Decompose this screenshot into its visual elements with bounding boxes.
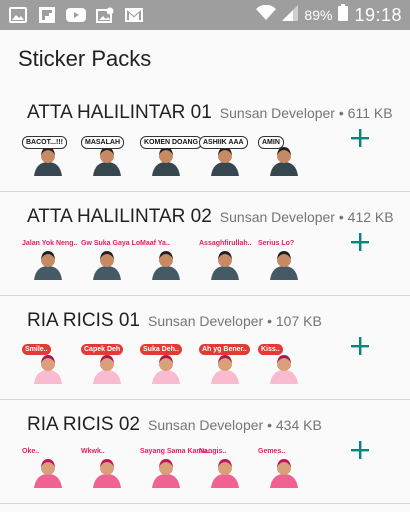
sticker-thumbnail: Assaghfirullah..: [199, 240, 252, 280]
battery-icon: [338, 4, 349, 26]
sticker-thumbnail: Capek Deh: [81, 344, 127, 384]
sticker-thumbnail: BACOT...!!!: [22, 136, 68, 176]
wifi-icon: [256, 4, 277, 26]
sticker-thumbnail: KOMEN DOANG: [140, 136, 203, 176]
sticker-thumbnail: Serius Lo?: [258, 240, 304, 280]
sticker-caption: ASHIIK AAA: [199, 136, 248, 149]
sticker-pack-item[interactable]: ATTA HALILINTAR 01 Sunsan Developer • 61…: [0, 88, 410, 192]
pack-meta: Sunsan Developer • 434 KB: [148, 417, 322, 433]
system-indicators: 89% 19:18: [256, 4, 402, 26]
sticker-preview-row: Smile.. Capek Deh Suka Deh.. Ah yg Bener…: [22, 344, 304, 384]
pack-name: ATTA HALILINTAR 02: [27, 206, 212, 227]
plus-icon: [351, 337, 369, 355]
pack-publisher: Sunsan Developer: [148, 313, 264, 329]
sticker-caption: Nangis..: [199, 448, 227, 455]
sticker-caption: Capek Deh: [81, 344, 124, 355]
page-title: Sticker Packs: [18, 46, 152, 71]
sticker-caption: Assaghfirullah..: [199, 240, 252, 247]
add-pack-button[interactable]: [348, 126, 372, 150]
pack-size: 412 KB: [347, 209, 394, 225]
sticker-caption: Maaf Ya..: [140, 240, 170, 247]
sticker-caption: Jalan Yok Neng..: [22, 240, 78, 247]
status-bar: 89% 19:18: [0, 0, 410, 30]
sticker-caption: Serius Lo?: [258, 240, 295, 247]
signal-icon: [282, 4, 299, 26]
add-pack-button[interactable]: [348, 334, 372, 358]
sticker-caption: AMIN: [258, 136, 284, 149]
sticker-preview-row: Jalan Yok Neng.. Gw Suka Gaya Lo.. Maaf …: [22, 240, 304, 280]
sticker-thumbnail: Oke..: [22, 448, 68, 488]
sticker-caption: Oke..: [22, 448, 40, 455]
gmail-icon: [124, 7, 144, 23]
sticker-pack-item[interactable]: RIA RICIS 02 Sunsan Developer • 434 KB O…: [0, 400, 410, 504]
sticker-thumbnail: Wkwk..: [81, 448, 127, 488]
sticker-caption: BACOT...!!!: [22, 136, 67, 149]
pack-name: RIA RICIS 02: [27, 414, 140, 435]
pack-name: RIA RICIS 01: [27, 310, 140, 331]
sticker-caption: Wkwk..: [81, 448, 105, 455]
photo-icon: [95, 7, 115, 23]
pack-meta: Sunsan Developer • 611 KB: [219, 105, 393, 121]
image-icon: [8, 7, 28, 23]
sticker-thumbnail: AMIN: [258, 136, 304, 176]
sticker-pack-item[interactable]: RIA RICIS 01 Sunsan Developer • 107 KB S…: [0, 296, 410, 400]
notification-icons: [8, 7, 144, 23]
plus-icon: [351, 129, 369, 147]
pack-publisher: Sunsan Developer: [148, 417, 264, 433]
pack-meta: Sunsan Developer • 107 KB: [148, 313, 322, 329]
flipboard-icon: [37, 7, 57, 23]
sticker-caption: Suka Deh..: [140, 344, 182, 355]
sticker-caption: Gw Suka Gaya Lo..: [81, 240, 145, 247]
sticker-caption: MASALAH: [81, 136, 124, 149]
sticker-caption: Gemes..: [258, 448, 286, 455]
pack-publisher: Sunsan Developer: [219, 105, 335, 121]
youtube-icon: [66, 7, 86, 23]
plus-icon: [351, 441, 369, 459]
sticker-pack-item[interactable]: ATTA HALILINTAR 02 Sunsan Developer • 41…: [0, 192, 410, 296]
sticker-thumbnail: Sayang Sama Kamu..: [140, 448, 211, 488]
sticker-thumbnail: Gw Suka Gaya Lo..: [81, 240, 144, 280]
pack-meta: Sunsan Developer • 412 KB: [219, 209, 394, 225]
sticker-caption: Ah yg Bener..: [199, 344, 250, 355]
sticker-thumbnail: Maaf Ya..: [140, 240, 186, 280]
pack-size: 107 KB: [275, 313, 322, 329]
sticker-thumbnail: Suka Deh..: [140, 344, 186, 384]
sticker-thumbnail: Jalan Yok Neng..: [22, 240, 77, 280]
sticker-preview-row: BACOT...!!! MASALAH KOMEN DOANG ASHIIK A…: [22, 136, 304, 176]
sticker-thumbnail: Nangis..: [199, 448, 245, 488]
app-bar: Sticker Packs: [0, 30, 410, 88]
clock: 19:18: [354, 4, 402, 25]
sticker-thumbnail: Kiss..: [258, 344, 304, 384]
add-pack-button[interactable]: [348, 438, 372, 462]
sticker-caption: Smile..: [22, 344, 51, 355]
add-pack-button[interactable]: [348, 230, 372, 254]
pack-size: 611 KB: [347, 105, 393, 121]
sticker-caption: KOMEN DOANG: [140, 136, 203, 149]
sticker-preview-row: Oke.. Wkwk.. Sayang Sama Kamu.. Nangis..…: [22, 448, 304, 488]
pack-name: ATTA HALILINTAR 01: [27, 102, 212, 123]
sticker-caption: Kiss..: [258, 344, 283, 355]
sticker-thumbnail: MASALAH: [81, 136, 127, 176]
plus-icon: [351, 233, 369, 251]
sticker-thumbnail: ASHIIK AAA: [199, 136, 248, 176]
pack-publisher: Sunsan Developer: [219, 209, 335, 225]
sticker-thumbnail: Ah yg Bener..: [199, 344, 250, 384]
pack-size: 434 KB: [275, 417, 322, 433]
battery-percent: 89%: [304, 7, 333, 23]
sticker-thumbnail: Gemes..: [258, 448, 304, 488]
sticker-thumbnail: Smile..: [22, 344, 68, 384]
